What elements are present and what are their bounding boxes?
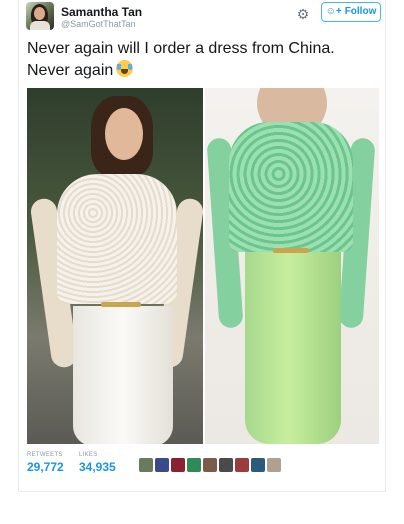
photo-green-lace-bodice [229,122,353,252]
photo-advertised-dress[interactable] [27,88,203,444]
likes-stat[interactable]: LIKES 34,935 [79,452,116,474]
liker-avatar[interactable] [235,458,249,472]
liker-avatar[interactable] [171,458,185,472]
retweets-count: 29,772 [27,460,64,474]
tweet-text-line: Never again [27,60,379,82]
likes-count: 34,935 [79,460,116,474]
liker-avatar[interactable] [219,458,233,472]
retweets-stat[interactable]: RETWEETS 29,772 [27,452,64,474]
tweet-card: Samantha Tan @SamGotThatTan ⚙ ☺+ Follow N… [18,0,386,492]
tweet-media [27,88,379,444]
tweet-text: Never again will I order a dress from Ch… [27,38,379,82]
author-handle[interactable]: @SamGotThatTan [61,19,136,29]
avatar-shirt [30,21,50,30]
liker-avatar[interactable] [251,458,265,472]
photo-green-skirt [245,252,341,444]
photo-lace-bodice [57,174,177,304]
tweet-text-line-2: Never again [27,62,114,79]
follow-button[interactable]: ☺+ Follow [321,2,381,22]
liker-avatars [139,458,281,474]
gear-icon[interactable]: ⚙ [295,6,311,22]
tweet-text-line: Never again will I order a dress from Ch… [27,40,335,57]
liker-avatar[interactable] [267,458,281,472]
avatar[interactable] [26,2,54,30]
liker-avatar[interactable] [139,458,153,472]
photo-figure-face [105,108,143,160]
likes-label: LIKES [79,452,98,458]
photo-gold-belt [273,248,309,253]
liker-avatar[interactable] [155,458,169,472]
photo-gold-belt [101,302,141,307]
photo-white-skirt [73,306,173,444]
face-with-tears-of-joy-icon [116,60,134,77]
retweets-label: RETWEETS [27,452,63,458]
avatar-face [34,7,45,20]
liker-avatar[interactable] [203,458,217,472]
follow-button-label: Follow [344,6,377,17]
author-display-name[interactable]: Samantha Tan [61,5,142,19]
photo-received-dress[interactable] [205,88,379,444]
user-plus-icon: ☺+ [325,6,342,17]
liker-avatar[interactable] [187,458,201,472]
